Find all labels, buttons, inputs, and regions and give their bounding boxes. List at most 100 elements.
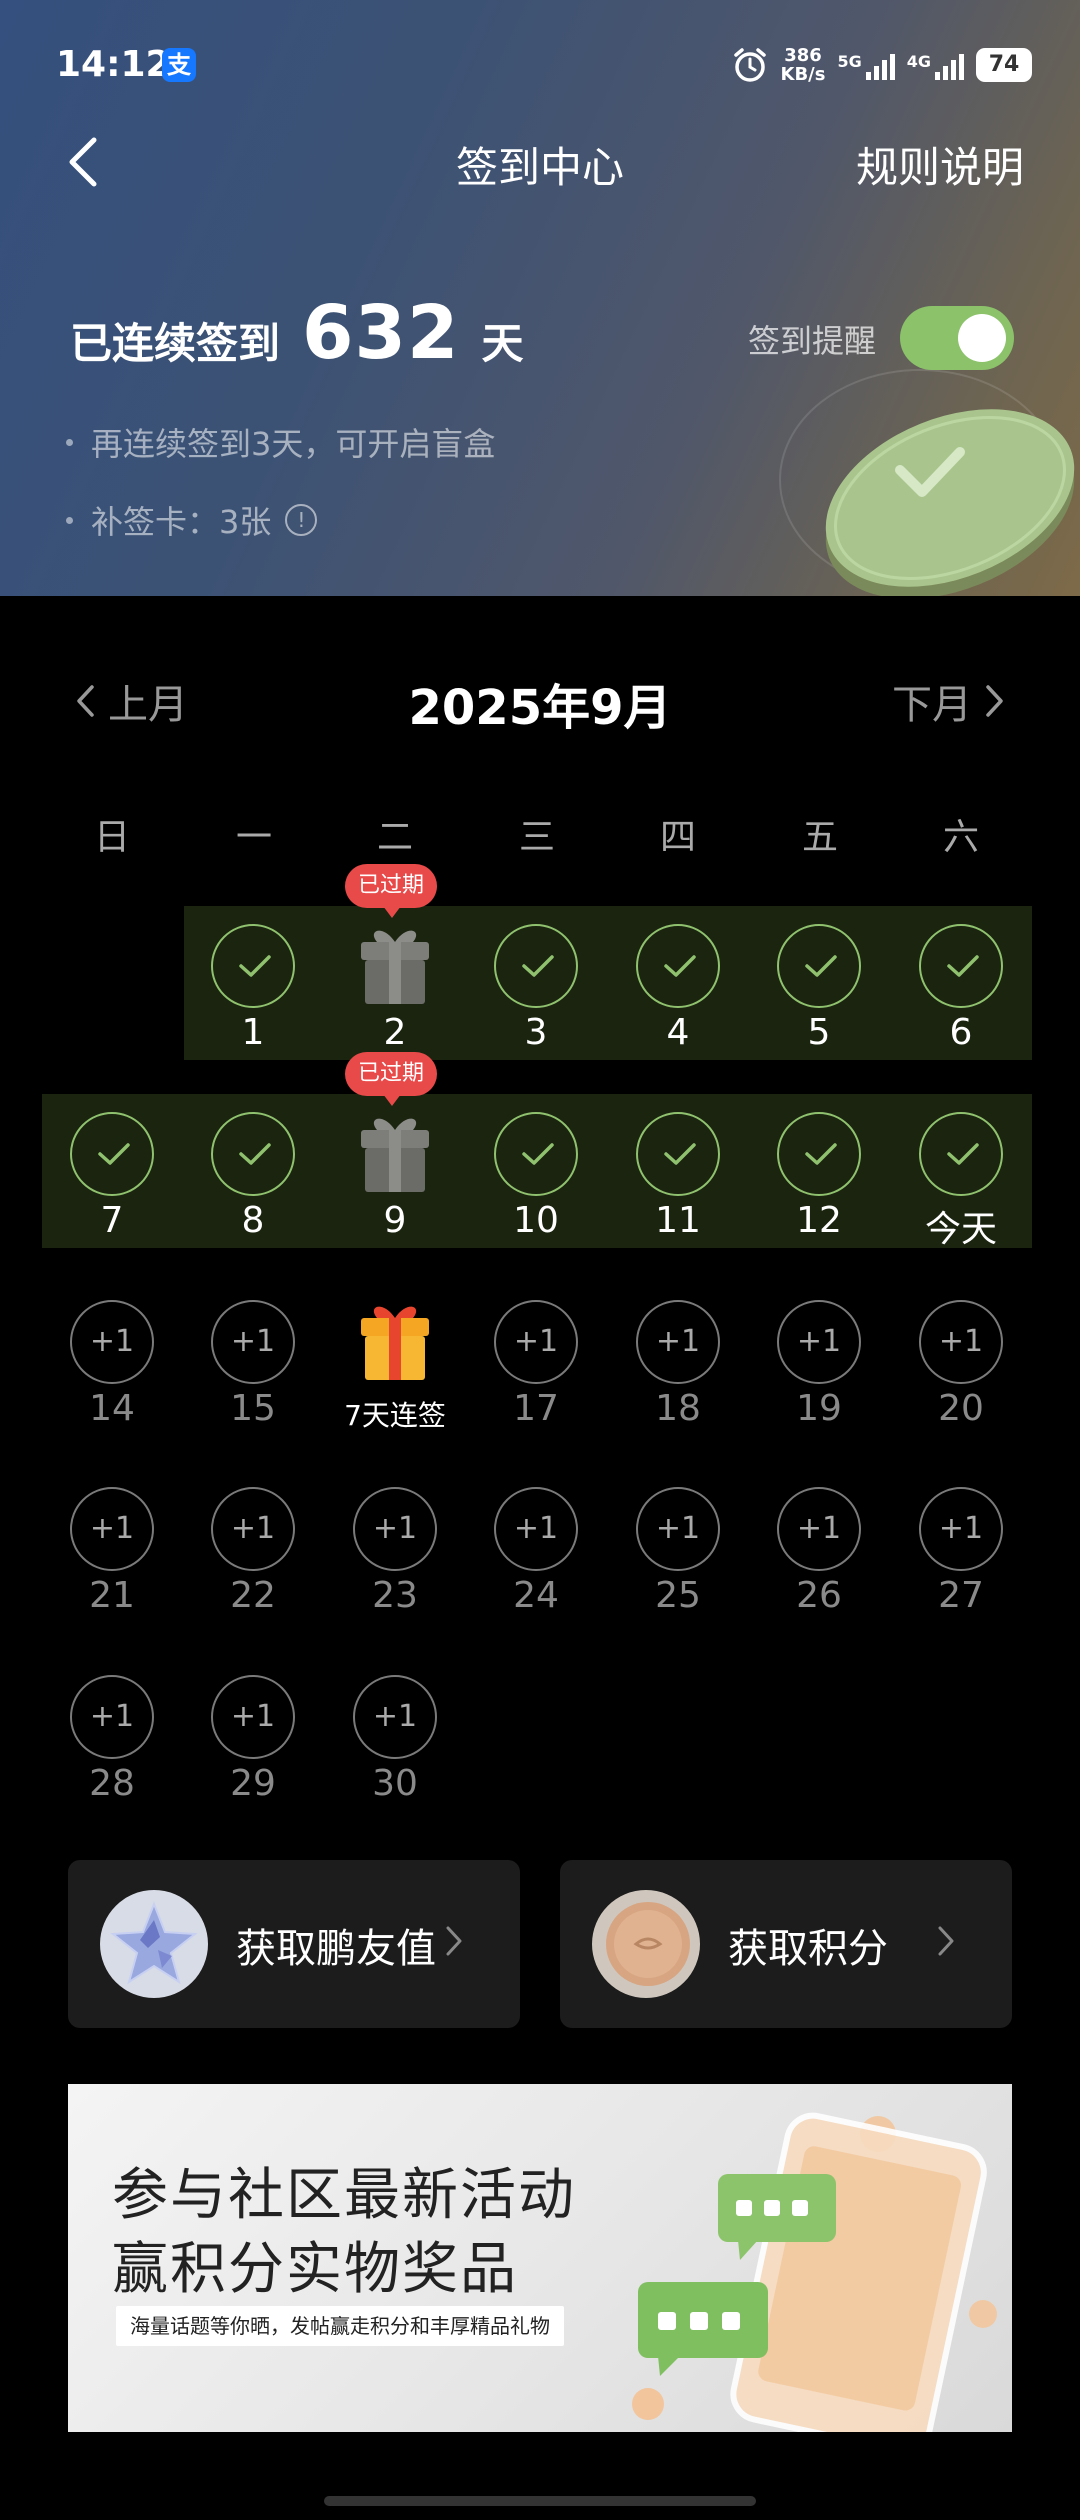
check-icon xyxy=(522,955,554,977)
reward-circle: +1 xyxy=(353,1487,437,1571)
calendar-day[interactable]: +1 19 xyxy=(749,1288,889,1458)
reward-label: +1 xyxy=(938,1511,984,1546)
checked-circle xyxy=(777,924,861,1008)
check-icon xyxy=(664,955,696,977)
get-credits-card[interactable]: 获取积分 xyxy=(560,1860,1012,2028)
check-icon xyxy=(664,1143,696,1165)
check-icon xyxy=(805,955,837,977)
checked-circle xyxy=(70,1112,154,1196)
calendar-day[interactable]: +1 21 xyxy=(42,1475,182,1645)
reward-circle: +1 xyxy=(211,1487,295,1571)
action-label: 获取积分 xyxy=(728,1926,888,1972)
status-bar: 14:12 支 386 KB/s 5G 4G 74 xyxy=(0,0,1080,130)
calendar-day[interactable]: 6 xyxy=(891,912,1031,1082)
day-number: 19 xyxy=(796,1388,842,1429)
weekday-label: 六 xyxy=(942,817,979,858)
reward-circle: +1 xyxy=(70,1487,154,1571)
reward-label: +1 xyxy=(372,1511,418,1546)
weekday-label: 五 xyxy=(801,817,838,858)
check-icon xyxy=(98,1143,130,1165)
reward-circle: +1 xyxy=(636,1487,720,1571)
reward-label: +1 xyxy=(230,1511,276,1546)
status-time: 14:12 xyxy=(56,44,171,85)
home-indicator xyxy=(324,2496,756,2506)
calendar-day[interactable]: 3 xyxy=(466,912,606,1082)
gift-icon xyxy=(361,930,429,1004)
reward-label: +1 xyxy=(938,1324,984,1359)
day-number: 30 xyxy=(372,1763,418,1804)
calendar-day[interactable]: 7天连签 xyxy=(325,1288,465,1458)
calendar-day[interactable]: 5 xyxy=(749,912,889,1082)
check-icon xyxy=(239,1143,271,1165)
calendar-day[interactable]: +1 15 xyxy=(183,1288,323,1458)
day-number: 28 xyxy=(89,1763,135,1804)
reward-label: +1 xyxy=(655,1511,701,1546)
calendar-day[interactable]: 7 xyxy=(42,1100,182,1270)
weekday-label: 三 xyxy=(518,817,555,858)
day-number: 15 xyxy=(230,1388,276,1429)
calendar-day[interactable]: +1 14 xyxy=(42,1288,182,1458)
calendar-day[interactable]: 1 xyxy=(183,912,323,1082)
day-number: 7天连签 xyxy=(344,1399,446,1432)
banner-title-line1: 参与社区最新活动 xyxy=(112,2163,576,2228)
banner-subtitle: 海量话题等你晒，发帖赢走积分和丰厚精品礼物 xyxy=(116,2306,564,2346)
calendar-day[interactable]: 4 xyxy=(608,912,748,1082)
calendar-day[interactable]: +1 24 xyxy=(466,1475,606,1645)
calendar-day[interactable]: +1 28 xyxy=(42,1663,182,1833)
next-month-button[interactable]: 下月 xyxy=(892,672,1006,730)
calendar-day[interactable]: +1 23 xyxy=(325,1475,465,1645)
reward-label: +1 xyxy=(230,1324,276,1359)
calendar-day[interactable]: 10 xyxy=(466,1100,606,1270)
weekday-header: 日 一 二 三 四 五 六 xyxy=(0,808,1080,864)
calendar-day[interactable]: +1 27 xyxy=(891,1475,1031,1645)
header: 14:12 支 386 KB/s 5G 4G 74 签到中心 规则说明 已连续签… xyxy=(0,0,1080,596)
reward-circle: +1 xyxy=(636,1300,720,1384)
reward-circle: +1 xyxy=(70,1300,154,1384)
star-icon xyxy=(100,1890,208,1998)
calendar-day[interactable]: 今天 xyxy=(891,1100,1031,1270)
day-number: 今天 xyxy=(924,1209,997,1250)
community-activity-banner[interactable]: 参与社区最新活动 赢积分实物奖品 海量话题等你晒，发帖赢走积分和丰厚精品礼物 xyxy=(68,2084,1012,2432)
checked-circle xyxy=(494,1112,578,1196)
alarm-icon xyxy=(733,48,766,82)
reward-label: +1 xyxy=(230,1699,276,1734)
rules-button[interactable]: 规则说明 xyxy=(856,134,1024,195)
day-number: 26 xyxy=(796,1575,842,1616)
day-number: 8 xyxy=(241,1200,265,1241)
reward-label: +1 xyxy=(513,1511,559,1546)
checked-circle xyxy=(494,924,578,1008)
reward-circle: +1 xyxy=(494,1487,578,1571)
calendar-day[interactable]: +1 20 xyxy=(891,1288,1031,1458)
calendar-day[interactable]: 11 xyxy=(608,1100,748,1270)
reward-circle: +1 xyxy=(777,1300,861,1384)
calendar-day[interactable]: 已过期 9 xyxy=(325,1052,465,1270)
reward-circle: +1 xyxy=(211,1300,295,1384)
chevron-right-icon xyxy=(938,1926,954,1956)
day-number: 4 xyxy=(666,1012,690,1053)
calendar-day[interactable]: 12 xyxy=(749,1100,889,1270)
calendar-day[interactable]: 8 xyxy=(183,1100,323,1270)
day-number: 6 xyxy=(949,1012,973,1053)
streak-days: 632 xyxy=(302,290,460,376)
calendar-day[interactable]: +1 29 xyxy=(183,1663,323,1833)
get-points-card[interactable]: 获取鹏友值 xyxy=(68,1860,520,2028)
day-number: 2 xyxy=(383,1012,407,1053)
day-number: 18 xyxy=(655,1388,701,1429)
calendar-day[interactable]: +1 25 xyxy=(608,1475,748,1645)
reward-label: +1 xyxy=(89,1324,135,1359)
reward-circle: +1 xyxy=(353,1675,437,1759)
calendar-day[interactable]: +1 26 xyxy=(749,1475,889,1645)
weekday-label: 二 xyxy=(376,817,413,858)
expired-badge: 已过期 xyxy=(345,864,437,918)
reward-circle: +1 xyxy=(211,1675,295,1759)
day-number: 21 xyxy=(89,1575,135,1616)
day-number: 23 xyxy=(372,1575,418,1616)
calendar-day[interactable]: +1 22 xyxy=(183,1475,323,1645)
checked-circle xyxy=(777,1112,861,1196)
calendar-day[interactable]: +1 18 xyxy=(608,1288,748,1458)
calendar-day[interactable]: +1 30 xyxy=(325,1663,465,1833)
reminder-toggle[interactable] xyxy=(900,306,1014,370)
calendar-day[interactable]: +1 17 xyxy=(466,1288,606,1458)
info-icon[interactable]: ! xyxy=(285,504,318,536)
reward-circle: +1 xyxy=(70,1675,154,1759)
